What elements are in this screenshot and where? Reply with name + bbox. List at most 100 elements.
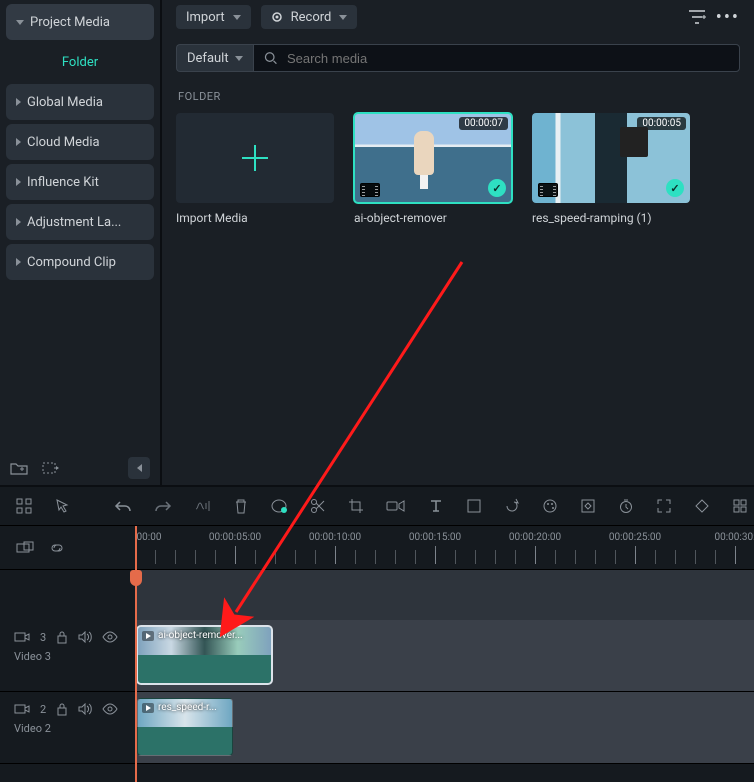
overwrite-icon[interactable] [16, 541, 34, 555]
sidebar-folder-label: Folder [62, 55, 98, 70]
ruler-label: 00:00 [137, 532, 162, 543]
chevron-right-icon [16, 98, 21, 106]
sidebar-item-adjustment-layer[interactable]: Adjustment La... [6, 204, 154, 240]
record-button[interactable]: Record [261, 5, 358, 29]
more-icon[interactable]: ••• [716, 7, 740, 28]
card-caption: res_speed-ramping (1) [532, 211, 690, 225]
check-icon: ✓ [666, 179, 684, 197]
lock-icon[interactable] [56, 702, 68, 716]
audio-split-icon[interactable] [194, 499, 212, 513]
play-icon [142, 631, 154, 641]
snapping-icon[interactable] [16, 498, 32, 514]
track-name: Video 2 [14, 722, 135, 735]
media-panel: Import Record ••• Default [160, 0, 754, 485]
media-card-2[interactable]: 00:00:05 ✓ res_speed-ramping (1) [532, 113, 690, 225]
sidebar-item-global-media[interactable]: Global Media [6, 84, 154, 120]
camera-icon [14, 703, 30, 715]
sidebar-item-cloud-media[interactable]: Cloud Media [6, 124, 154, 160]
play-icon [142, 703, 154, 713]
chevron-right-icon [16, 138, 21, 146]
more-tools-icon[interactable] [732, 498, 748, 514]
sidebar-item-label: Adjustment La... [27, 215, 121, 230]
timeline-toolbar [0, 485, 754, 525]
chevron-down-icon [339, 15, 347, 20]
new-folder-icon[interactable] [10, 461, 28, 475]
sidebar-item-label: Compound Clip [27, 255, 116, 270]
timeline-clip-2[interactable]: res_speed-r... [137, 698, 233, 756]
keyframe-icon[interactable] [580, 498, 596, 514]
collapse-sidebar-button[interactable] [128, 457, 150, 479]
crop-icon[interactable] [348, 498, 364, 514]
card-caption: Import Media [176, 211, 334, 225]
new-compound-icon[interactable] [42, 461, 60, 475]
expand-icon[interactable] [656, 498, 672, 514]
chevron-down-icon [16, 20, 24, 25]
ruler-label: 00:00:25:00 [609, 532, 661, 543]
track-video-2: 2 Video 2 res_speed-r... [0, 692, 754, 764]
frame-icon[interactable] [466, 498, 482, 514]
import-media-card[interactable]: Import Media [176, 113, 334, 225]
undo-icon[interactable] [114, 499, 132, 513]
media-card-1[interactable]: 00:00:07 ✓ ai-object-remover [354, 113, 512, 225]
ruler-label: 00:00:15:00 [409, 532, 461, 543]
sidebar-item-label: Cloud Media [27, 135, 100, 150]
sidebar-item-influence-kit[interactable]: Influence Kit [6, 164, 154, 200]
sidebar-item-compound-clip[interactable]: Compound Clip [6, 244, 154, 280]
chevron-down-icon [235, 56, 243, 61]
timer-icon[interactable] [618, 498, 634, 514]
sidebar-item-label: Global Media [27, 95, 103, 110]
search-input[interactable] [285, 50, 729, 67]
chevron-left-icon [137, 464, 142, 472]
check-icon: ✓ [488, 179, 506, 197]
duration-badge: 00:00:05 [637, 117, 686, 130]
ruler-label: 00:00:10:00 [309, 532, 361, 543]
playhead[interactable] [135, 526, 137, 782]
sidebar-folder[interactable]: Folder [6, 44, 154, 80]
sidebar-project-media[interactable]: Project Media [6, 4, 154, 40]
split-icon[interactable] [310, 498, 326, 514]
film-icon [360, 183, 380, 197]
lock-icon[interactable] [56, 630, 68, 644]
timeline-clip-1[interactable]: ai-object-remover... [137, 626, 272, 684]
mask-icon[interactable] [270, 498, 288, 514]
track-video-3: 3 Video 3 ai-object-remover... [0, 620, 754, 692]
plus-icon [242, 145, 268, 171]
ruler-label: 00:00:05:00 [209, 532, 261, 543]
time-ruler[interactable]: 00:00 00:00:05:00 00:00:10:00 00:00:15:0… [135, 526, 754, 569]
chevron-right-icon [16, 178, 21, 186]
sidebar-item-label: Influence Kit [27, 175, 99, 190]
track-number: 3 [40, 631, 46, 644]
pointer-icon[interactable] [54, 498, 70, 514]
mute-icon[interactable] [78, 631, 92, 643]
search-filter-label: Default [187, 51, 229, 66]
import-label: Import [186, 10, 225, 25]
link-icon[interactable] [48, 541, 66, 555]
color-icon[interactable] [542, 498, 558, 514]
speed-icon[interactable] [386, 499, 406, 513]
ruler-label: 00:00:30: [715, 532, 754, 543]
text-icon[interactable] [428, 498, 444, 514]
camera-icon [14, 631, 30, 643]
filter-icon[interactable] [688, 9, 706, 25]
rotate-icon[interactable] [504, 498, 520, 514]
chevron-right-icon [16, 218, 21, 226]
record-icon [271, 11, 283, 23]
chevron-right-icon [16, 258, 21, 266]
search-icon [264, 51, 277, 65]
search-input-wrap [253, 44, 740, 72]
card-caption: ai-object-remover [354, 211, 512, 225]
delete-icon[interactable] [234, 498, 248, 514]
clip-title: res_speed-r... [158, 702, 217, 713]
import-button[interactable]: Import [176, 5, 251, 29]
visibility-icon[interactable] [102, 631, 118, 643]
track-name: Video 3 [14, 650, 135, 663]
visibility-icon[interactable] [102, 703, 118, 715]
search-filter-dropdown[interactable]: Default [176, 44, 253, 72]
mute-icon[interactable] [78, 703, 92, 715]
diamond-icon[interactable] [694, 498, 710, 514]
clip-title: ai-object-remover... [158, 630, 243, 641]
duration-badge: 00:00:07 [459, 117, 508, 130]
track-number: 2 [40, 703, 46, 716]
redo-icon[interactable] [154, 499, 172, 513]
media-sidebar: Project Media Folder Global Media Cloud … [0, 0, 160, 485]
